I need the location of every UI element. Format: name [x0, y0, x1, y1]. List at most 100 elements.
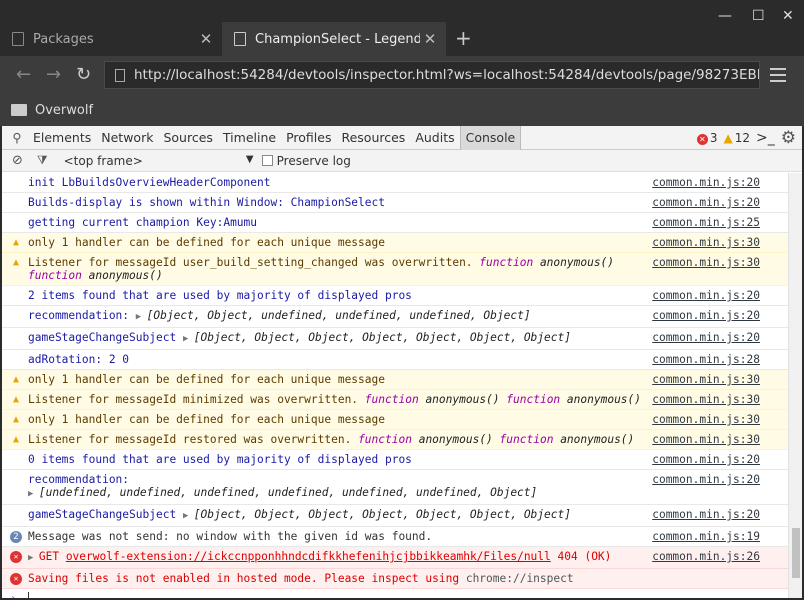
source-link[interactable]: common.min.js:20: [652, 309, 760, 322]
bookmarks-bar: Overwolf: [0, 94, 804, 126]
tab-label: ChampionSelect - Legend...: [255, 31, 420, 47]
error-icon: ✕: [10, 573, 22, 585]
tab-championselect[interactable]: ChampionSelect - Legend... ✕: [222, 22, 446, 56]
function-name: anonymous(): [566, 393, 642, 406]
console-drawer-icon[interactable]: >_: [756, 130, 775, 146]
filter-icon[interactable]: ⧩: [37, 153, 48, 168]
console-input[interactable]: [28, 592, 36, 598]
console-output: init LbBuildsOverviewHeaderComponent comm…: [2, 173, 788, 598]
browser-window: — ☐ ✕ Packages ✕ ChampionSelect - Legend…: [0, 0, 804, 600]
source-link[interactable]: common.min.js:19: [652, 530, 760, 543]
inspect-search-icon[interactable]: ⚲: [6, 130, 28, 145]
reload-icon[interactable]: ↻: [76, 64, 91, 85]
warning-icon: ▲: [12, 237, 20, 248]
expand-arrow-icon[interactable]: ▶: [183, 511, 194, 521]
source-link[interactable]: common.min.js:25: [652, 216, 760, 229]
source-link[interactable]: common.min.js:26: [652, 550, 760, 563]
source-link[interactable]: common.min.js:20: [652, 176, 760, 189]
console-scrollbar[interactable]: [788, 173, 802, 598]
expand-arrow-icon[interactable]: ▶: [28, 553, 39, 563]
repeat-count-badge: 2: [10, 531, 22, 543]
object-preview[interactable]: [undefined, undefined, undefined, undefi…: [39, 486, 537, 499]
warning-icon: ▲: [12, 374, 20, 385]
tab-packages[interactable]: Packages ✕: [0, 22, 222, 56]
clear-console-icon[interactable]: ⊘: [12, 153, 23, 168]
preserve-log-checkbox[interactable]: [261, 155, 273, 166]
address-bar: ← → ↻ http://localhost:54284/devtools/in…: [0, 56, 804, 94]
tab-network[interactable]: Network: [96, 126, 158, 150]
console-message: adRotation: 2 0 common.min.js:28: [2, 350, 788, 370]
message-text: Listener for messageId restored was over…: [28, 433, 352, 446]
tab-sources[interactable]: Sources: [158, 126, 217, 150]
error-icon: ✕: [696, 134, 708, 145]
function-keyword: function: [364, 393, 419, 406]
forward-icon[interactable]: →: [46, 64, 61, 85]
source-link[interactable]: common.min.js:20: [652, 473, 760, 486]
expand-arrow-icon[interactable]: ▶: [183, 334, 194, 344]
devtools-toolbar: ⚲ Elements Network Sources Timeline Prof…: [2, 125, 802, 150]
message-text: only 1 handler can be defined for each u…: [28, 236, 385, 249]
close-tab-icon[interactable]: ✕: [420, 30, 440, 48]
function-keyword: function: [28, 269, 82, 282]
url-input[interactable]: http://localhost:54284/devtools/inspecto…: [104, 61, 760, 89]
tab-audits[interactable]: Audits: [410, 126, 459, 150]
bookmark-folder-overwolf[interactable]: Overwolf: [35, 103, 93, 118]
page-icon: [12, 32, 24, 46]
menu-icon[interactable]: [770, 68, 786, 86]
folder-icon: [11, 104, 27, 116]
preserve-log-label: Preserve log: [276, 153, 351, 168]
message-text: recommendation:: [28, 473, 130, 486]
console-message: 0 items found that are used by majority …: [2, 450, 788, 470]
prompt-chevron-icon: ›: [10, 592, 17, 598]
source-link[interactable]: common.min.js:20: [652, 196, 760, 209]
source-link[interactable]: common.min.js:30: [652, 236, 760, 249]
source-link[interactable]: common.min.js:30: [652, 373, 760, 386]
message-link-text: chrome://inspect: [465, 572, 574, 585]
tab-resources[interactable]: Resources: [336, 126, 410, 150]
function-keyword: function: [358, 433, 412, 446]
gear-icon[interactable]: ⚙: [781, 128, 796, 148]
source-link[interactable]: common.min.js:30: [652, 393, 760, 406]
warning-counter[interactable]: ▲ 12: [724, 131, 751, 145]
tab-profiles[interactable]: Profiles: [281, 126, 336, 150]
function-name: anonymous(): [88, 269, 163, 282]
page-info-icon[interactable]: [115, 68, 125, 82]
source-link[interactable]: common.min.js:30: [652, 433, 760, 446]
error-icon: ✕: [10, 551, 22, 563]
console-message: ▲ only 1 handler can be defined for each …: [2, 370, 788, 390]
url-text: http://localhost:54284/devtools/inspecto…: [134, 67, 760, 83]
source-link[interactable]: common.min.js:20: [652, 508, 760, 521]
function-keyword: function: [479, 256, 534, 269]
source-link[interactable]: common.min.js:20: [652, 289, 760, 302]
scrollbar-thumb[interactable]: [792, 528, 800, 578]
object-preview[interactable]: [Object, Object, Object, Object, Object,…: [194, 331, 571, 344]
object-preview[interactable]: [Object, Object, Object, Object, Object,…: [194, 508, 571, 521]
tab-label: Packages: [33, 31, 94, 47]
console-prompt[interactable]: ›: [2, 589, 788, 598]
message-text: init LbBuildsOverviewHeaderComponent: [28, 176, 271, 189]
back-icon[interactable]: ←: [16, 64, 31, 85]
expand-arrow-icon[interactable]: ▶: [28, 489, 39, 499]
tab-console[interactable]: Console: [459, 125, 522, 150]
source-link[interactable]: common.min.js:20: [652, 453, 760, 466]
console-message: ▲ only 1 handler can be defined for each …: [2, 410, 788, 430]
devtools-panel: ⚲ Elements Network Sources Timeline Prof…: [2, 125, 802, 598]
source-link[interactable]: common.min.js:30: [652, 413, 760, 426]
tab-bar: Packages ✕ ChampionSelect - Legend... ✕ …: [0, 22, 804, 56]
source-link[interactable]: common.min.js:30: [652, 256, 760, 269]
close-tab-icon[interactable]: ✕: [196, 30, 216, 48]
frame-select[interactable]: <top frame> ▼: [64, 154, 254, 168]
message-text: Listener for messageId minimized was ove…: [28, 393, 359, 406]
new-tab-button[interactable]: +: [455, 28, 472, 48]
console-filter-bar: ⊘ ⧩ <top frame> ▼ Preserve log: [2, 150, 802, 172]
tab-elements[interactable]: Elements: [28, 126, 96, 150]
console-message: getting current champion Key:Amumu common…: [2, 213, 788, 233]
function-keyword: function: [499, 433, 554, 446]
object-preview[interactable]: [Object, Object, undefined, undefined, u…: [147, 309, 531, 322]
error-counter[interactable]: ✕ 3: [696, 131, 718, 145]
source-link[interactable]: common.min.js:20: [652, 331, 760, 344]
expand-arrow-icon[interactable]: ▶: [136, 312, 147, 322]
tab-timeline[interactable]: Timeline: [218, 126, 281, 150]
source-link[interactable]: common.min.js:28: [652, 353, 760, 366]
request-url-link[interactable]: overwolf-extension://ickccnpponhhndcdifk…: [66, 550, 551, 563]
